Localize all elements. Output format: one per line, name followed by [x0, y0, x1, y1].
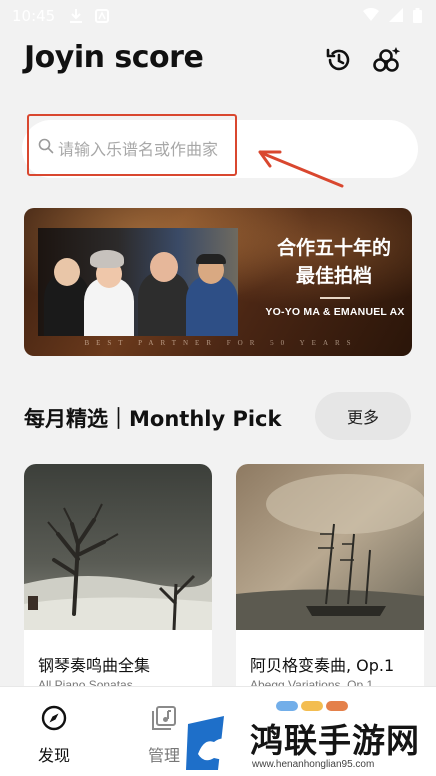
watermark-text: 鸿联手游网 — [250, 721, 420, 760]
banner-title-line1: 合作五十年的 — [276, 237, 391, 259]
more-button[interactable]: 更多 — [315, 392, 411, 440]
watermark-url: www.henanhonglian95.com — [252, 759, 375, 770]
download-icon — [69, 8, 83, 24]
annotation-arrow-icon — [250, 140, 350, 196]
banner-divider — [320, 297, 350, 299]
clock-text: 10:45 — [12, 7, 56, 25]
score-card[interactable]: 阿贝格变奏曲, Op.1 Abegg Variations, Op.1 — [236, 464, 424, 724]
app-notification-icon — [95, 9, 110, 23]
nav-discover-label: 发现 — [37, 746, 70, 765]
featured-banner[interactable]: 合作五十年的 最佳拍档 YO-YO MA & EMANUEL AX BEST P… — [24, 208, 412, 356]
banner-tagline: BEST PARTNER FOR 50 YEARS — [84, 339, 358, 347]
banner-names: YO-YO MA & EMANUEL AX — [265, 306, 405, 318]
sparkle-shapes-icon — [371, 45, 401, 79]
history-icon — [325, 46, 353, 78]
watermark-logo-icon — [184, 714, 246, 772]
card-artwork-winter-landscape — [24, 464, 212, 630]
music-library-icon — [150, 706, 178, 736]
nav-discover[interactable]: 发现 — [24, 704, 84, 766]
battery-icon — [413, 8, 422, 27]
card-title: 钢琴奏鸣曲全集 — [38, 656, 151, 675]
watermark-decoration — [276, 701, 348, 711]
status-bar: 10:45 — [0, 0, 436, 32]
section-title: 每月精选｜Monthly Pick — [24, 407, 282, 431]
compass-icon — [40, 705, 68, 736]
card-title: 阿贝格变奏曲, Op.1 — [250, 656, 395, 675]
app-title: Joyin score — [24, 40, 204, 75]
history-button[interactable] — [321, 44, 357, 80]
wifi-icon — [363, 7, 379, 27]
ai-features-button[interactable] — [368, 44, 404, 80]
score-card[interactable]: 钢琴奏鸣曲全集 All Piano Sonatas — [24, 464, 212, 724]
card-artwork-ship-painting — [236, 464, 424, 630]
signal-icon — [389, 8, 403, 27]
banner-musicians-photo — [38, 228, 238, 336]
banner-title-line2: 最佳拍档 — [295, 265, 372, 287]
banner-title: 合作五十年的 最佳拍档 — [254, 234, 412, 290]
annotation-highlight-box — [27, 114, 237, 176]
site-watermark: 鸿联手游网 www.henanhonglian95.com — [184, 701, 436, 776]
